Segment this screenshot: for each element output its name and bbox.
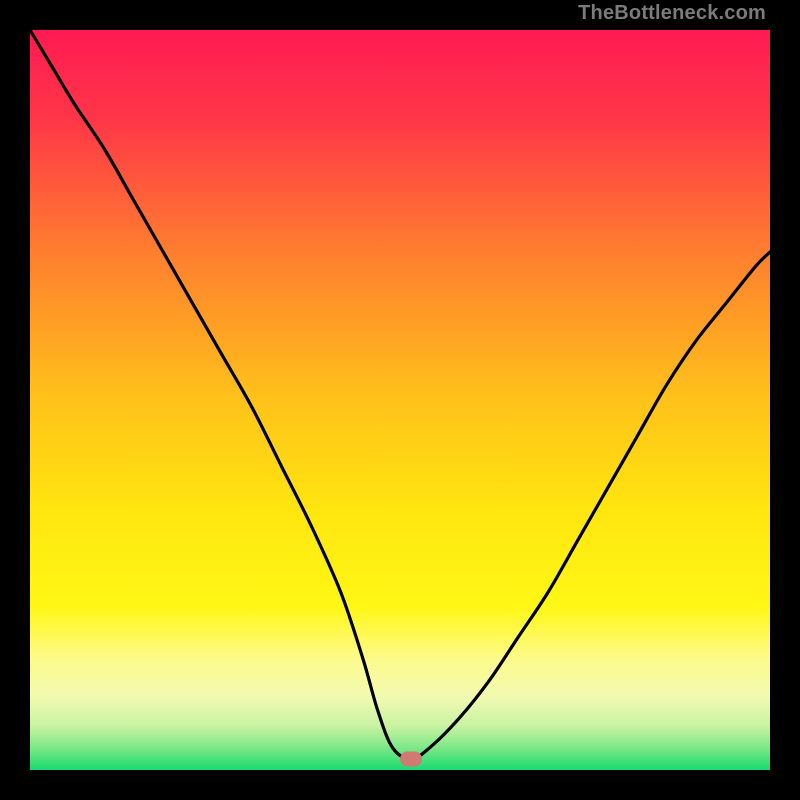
optimum-marker <box>400 751 422 766</box>
chart-frame: TheBottleneck.com <box>0 0 800 800</box>
plot-area <box>30 30 770 770</box>
watermark-text: TheBottleneck.com <box>578 2 766 25</box>
bottleneck-curve <box>30 30 770 770</box>
